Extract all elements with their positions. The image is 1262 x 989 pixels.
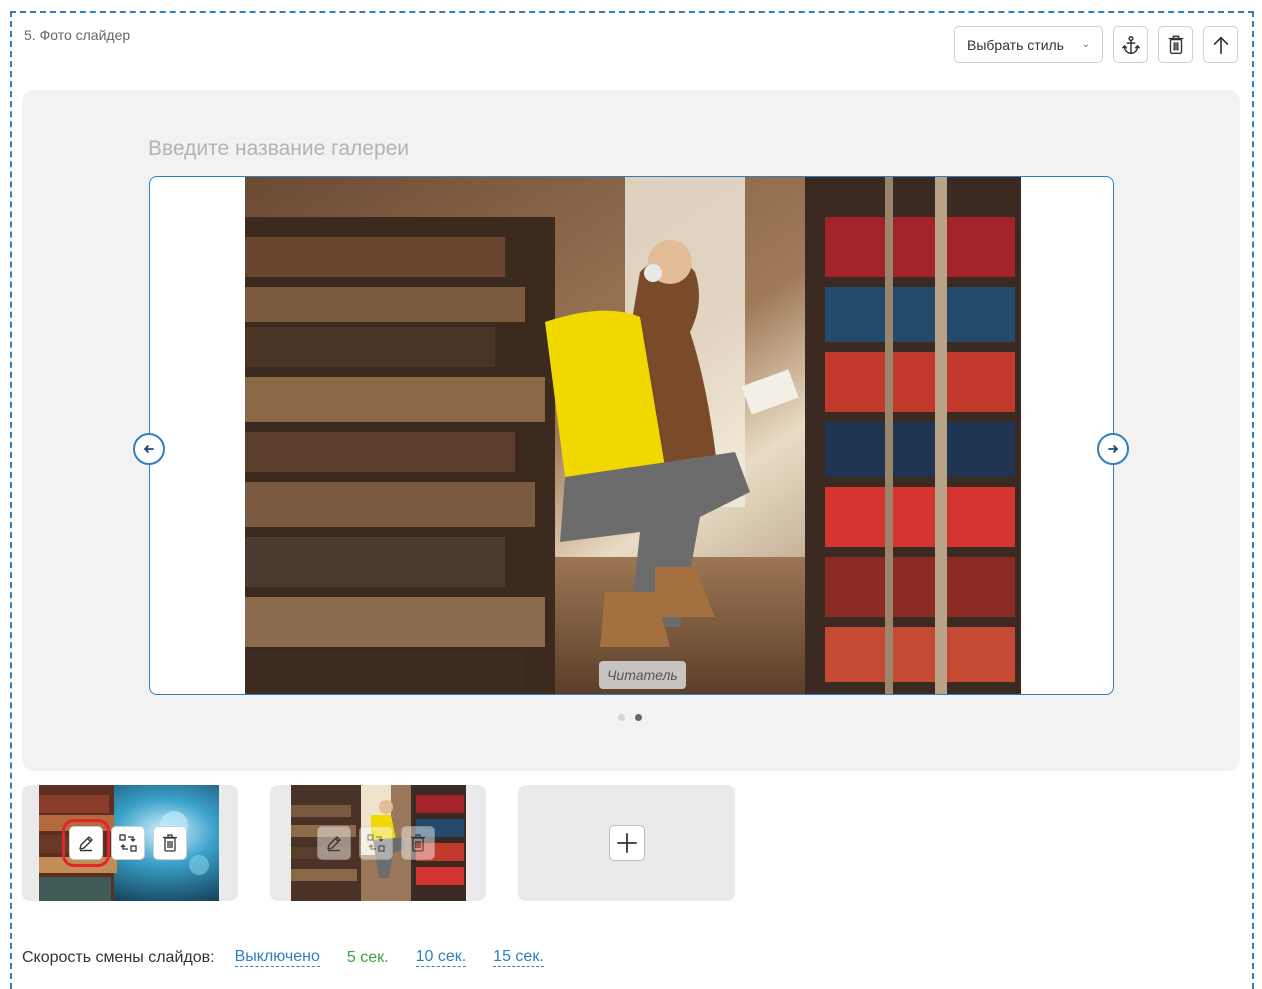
trash-icon [163, 834, 177, 852]
anchor-icon [1121, 35, 1140, 54]
thumbnail-card[interactable] [22, 785, 238, 901]
style-select-label: Выбрать стиль [967, 36, 1064, 53]
anchor-button[interactable] [1113, 26, 1148, 63]
arrow-left-icon [143, 445, 154, 453]
speed-option-5s[interactable]: 5 сек. [347, 949, 389, 967]
edit-slide-button[interactable] [62, 819, 110, 867]
speed-option-10s[interactable]: 10 сек. [415, 948, 467, 967]
edit-slide-button[interactable] [317, 826, 351, 860]
gallery-area: Читатель [22, 90, 1240, 771]
add-slide-card[interactable] [518, 785, 735, 901]
delete-block-button[interactable] [1158, 26, 1193, 63]
slide-caption: Читатель [599, 661, 686, 689]
delete-slide-button[interactable] [153, 826, 187, 860]
speed-option-off[interactable]: Выключено [234, 948, 320, 967]
style-select[interactable]: Выбрать стиль ⌄ [954, 26, 1103, 63]
thumbnail-card[interactable] [270, 785, 486, 901]
block-title: 5. Фото слайдер [24, 27, 131, 43]
prev-slide-button[interactable] [133, 433, 165, 465]
slide-speed-control: Скорость смены слайдов: Выключено 5 сек.… [22, 948, 571, 967]
delete-slide-button[interactable] [401, 826, 435, 860]
slide-photo [245, 177, 1021, 694]
arrow-up-icon [1213, 35, 1228, 54]
thumbnail-actions [317, 826, 435, 860]
chevron-down-icon: ⌄ [1081, 39, 1090, 50]
replace-slide-button[interactable] [111, 826, 145, 860]
move-up-button[interactable] [1203, 26, 1238, 63]
photo-slider-block: 5. Фото слайдер Выбрать стиль ⌄ Введите … [10, 11, 1254, 989]
pencil-icon [327, 836, 341, 852]
trash-icon [411, 834, 425, 852]
speed-option-15s[interactable]: 15 сек. [493, 948, 544, 967]
arrow-right-icon [1108, 445, 1119, 453]
gallery-title-input[interactable] [148, 132, 748, 166]
replace-slide-button[interactable] [359, 826, 393, 860]
trash-icon [1168, 35, 1183, 54]
block-toolbar: Выбрать стиль ⌄ [954, 26, 1238, 63]
add-slide-button[interactable] [608, 825, 645, 861]
thumbnail-actions [62, 819, 187, 867]
plus-icon [616, 833, 637, 853]
slide-frame: Читатель [149, 176, 1114, 695]
slide-indicator [618, 714, 642, 721]
pencil-icon [79, 836, 93, 852]
next-slide-button[interactable] [1097, 433, 1129, 465]
slide-dot-active[interactable] [635, 714, 642, 721]
swap-icon [119, 834, 137, 852]
slide-dot[interactable] [618, 714, 625, 721]
slide-speed-label: Скорость смены слайдов: [22, 948, 215, 966]
swap-icon [367, 834, 385, 852]
